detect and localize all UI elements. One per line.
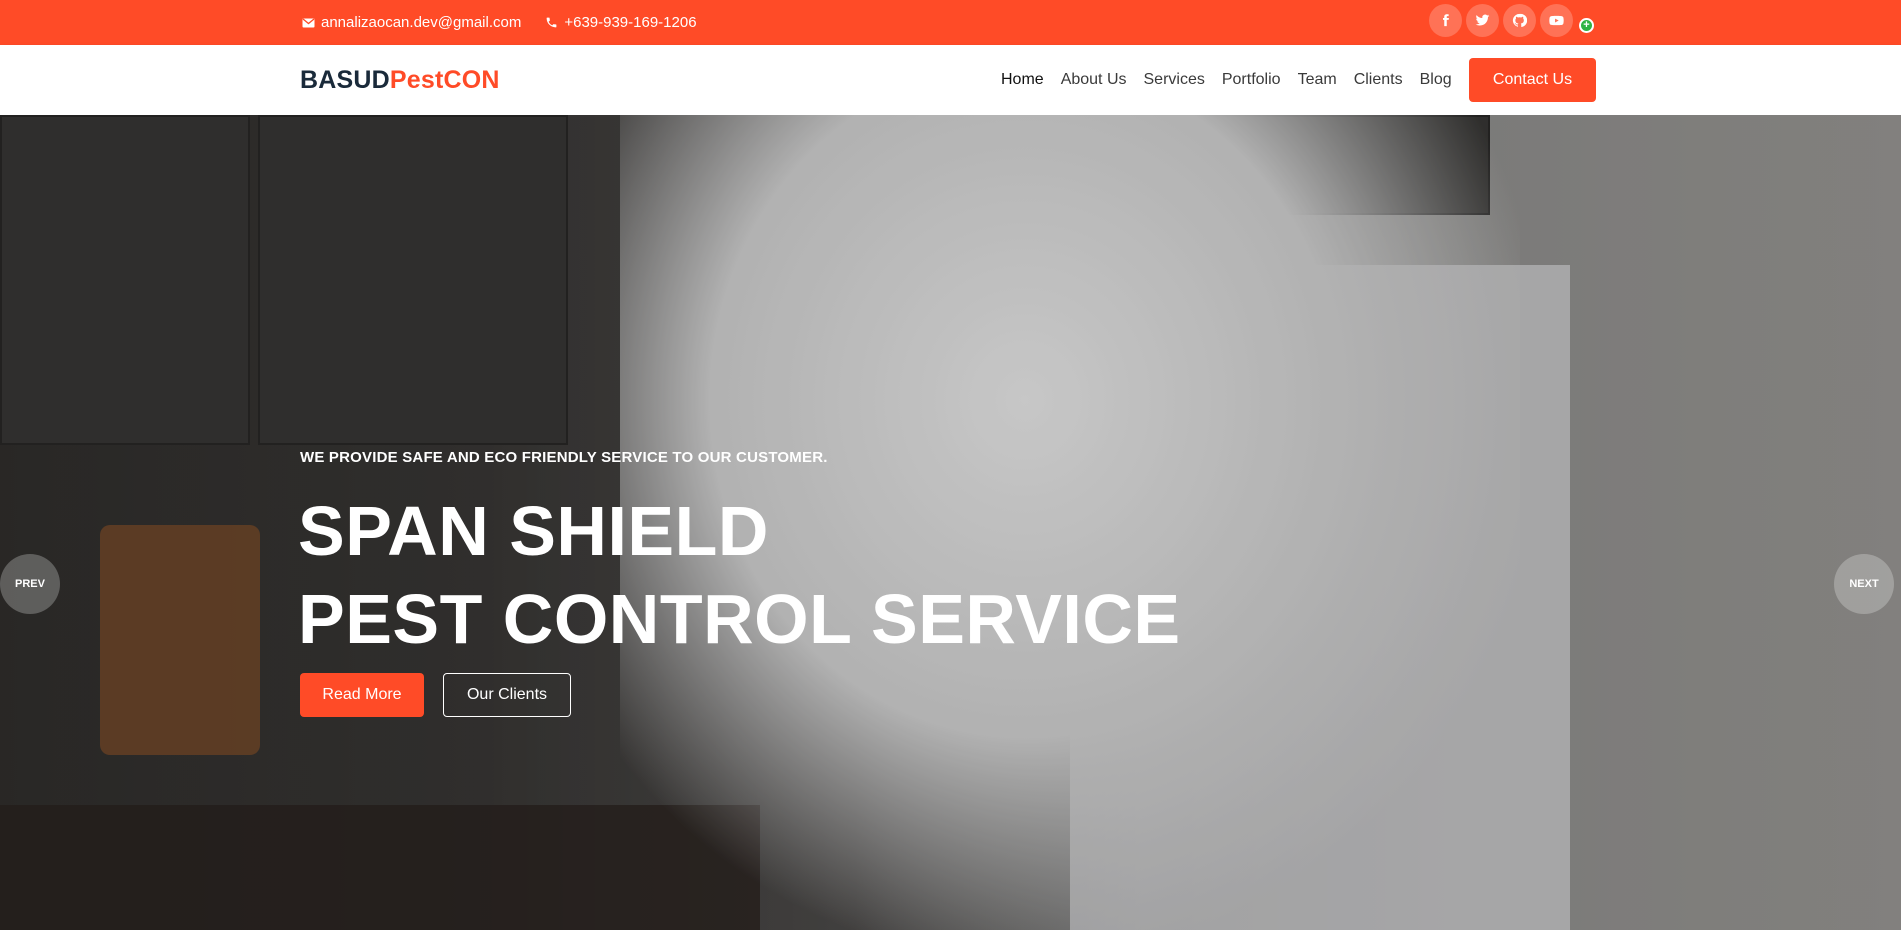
contact-info: annalizaocan.dev@gmail.com +639-939-169-… <box>300 0 719 45</box>
read-more-button[interactable]: Read More <box>300 673 424 717</box>
hero-tagline: WE PROVIDE SAFE AND ECO FRIENDLY SERVICE… <box>300 449 828 466</box>
add-badge-icon[interactable]: + <box>1579 18 1594 33</box>
hero-title-line2: PEST CONTROL SERVICE <box>298 580 1181 658</box>
logo-text-basud: BASUD <box>300 65 390 94</box>
nav-about-us[interactable]: About Us <box>1061 71 1127 89</box>
facebook-icon <box>1443 14 1449 27</box>
carousel-prev-button[interactable]: PREV <box>0 554 60 614</box>
contact-us-button[interactable]: Contact Us <box>1469 58 1596 102</box>
facebook-button[interactable] <box>1429 4 1462 37</box>
phone-contact[interactable]: +639-939-169-1206 <box>543 14 697 31</box>
nav-home[interactable]: Home <box>1001 71 1044 89</box>
nav-services[interactable]: Services <box>1144 71 1205 89</box>
hero-carousel: WE PROVIDE SAFE AND ECO FRIENDLY SERVICE… <box>0 115 1901 930</box>
carousel-next-button[interactable]: NEXT <box>1834 554 1894 614</box>
phone-text: +639-939-169-1206 <box>564 14 697 31</box>
email-contact[interactable]: annalizaocan.dev@gmail.com <box>300 14 521 31</box>
youtube-icon <box>1549 15 1564 26</box>
envelope-icon <box>300 15 316 31</box>
nav-team[interactable]: Team <box>1298 71 1337 89</box>
social-links: + <box>1429 4 1594 37</box>
main-nav: Home About Us Services Portfolio Team Cl… <box>1001 45 1469 115</box>
github-button[interactable] <box>1503 4 1536 37</box>
nav-blog[interactable]: Blog <box>1420 71 1452 89</box>
phone-icon <box>543 15 559 31</box>
main-header: BASUD PestCON Home About Us Services Port… <box>0 45 1901 115</box>
twitter-button[interactable] <box>1466 4 1499 37</box>
email-text: annalizaocan.dev@gmail.com <box>321 14 522 31</box>
github-icon <box>1512 13 1527 27</box>
hero-title-line1: SPAN SHIELD <box>298 492 769 570</box>
our-clients-button[interactable]: Our Clients <box>443 673 571 717</box>
site-logo[interactable]: BASUD PestCON <box>300 45 500 115</box>
youtube-button[interactable] <box>1540 4 1573 37</box>
nav-portfolio[interactable]: Portfolio <box>1222 71 1281 89</box>
hero-title: SPAN SHIELD PEST CONTROL SERVICE <box>298 487 1181 663</box>
logo-text-pestcon: PestCON <box>389 65 500 94</box>
top-bar: annalizaocan.dev@gmail.com +639-939-169-… <box>0 0 1901 45</box>
twitter-icon <box>1475 14 1490 26</box>
nav-clients[interactable]: Clients <box>1354 71 1403 89</box>
